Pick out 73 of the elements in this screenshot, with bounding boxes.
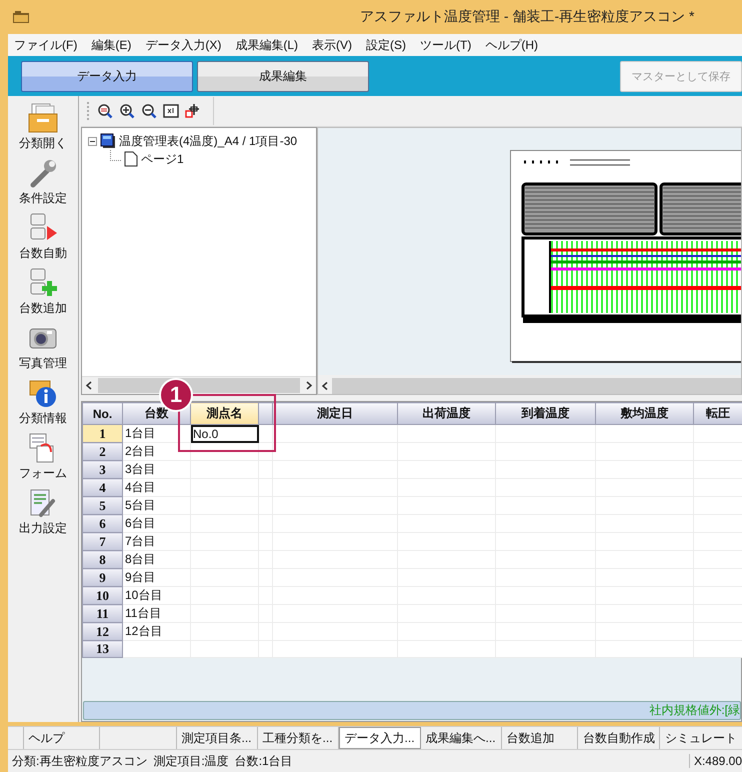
row-number[interactable]: 5 <box>82 496 122 514</box>
menu-item[interactable]: ヘルプ(H) <box>485 36 538 54</box>
column-header[interactable]: 出荷温度 <box>398 402 496 424</box>
table-cell: 12台目 <box>122 622 190 640</box>
column-header[interactable]: 到着温度 <box>496 402 596 424</box>
row-number[interactable]: 6 <box>82 514 122 532</box>
tab[interactable]: データ入力 <box>21 60 193 92</box>
tree-item[interactable]: ページ1 <box>141 150 184 168</box>
row-number[interactable]: 8 <box>82 550 122 568</box>
sidebar-label[interactable]: 分類情報 <box>19 410 67 427</box>
fit-page-icon[interactable] <box>163 103 179 119</box>
sidebar-label[interactable]: 台数自動 <box>19 245 67 262</box>
horizontal-scrollbar[interactable] <box>318 375 741 394</box>
sidebar-label[interactable]: 台数追加 <box>19 300 67 317</box>
coordinate-readout: X:489.00 <box>688 754 742 768</box>
row-number[interactable]: 3 <box>82 460 122 478</box>
function-button[interactable]: データ入力... <box>338 727 421 749</box>
status-text: 台数:1台目 <box>234 752 293 770</box>
menu-item[interactable]: データ入力(X) <box>145 36 222 54</box>
table-cell: 9台目 <box>122 568 190 586</box>
row-number[interactable]: 2 <box>82 442 122 460</box>
table-cell: 2台目 <box>122 442 190 460</box>
status-text: 分類:再生密粒度アスコン <box>12 752 148 770</box>
menu-item[interactable]: 成果編集(L) <box>235 36 298 54</box>
zoom-out-icon[interactable] <box>141 103 157 119</box>
sidebar-label[interactable]: 写真管理 <box>19 355 67 372</box>
table-cell: 8台目 <box>122 550 190 568</box>
menu-item[interactable]: 設定(S) <box>366 36 406 54</box>
row-number[interactable]: 13 <box>82 640 122 658</box>
row-number[interactable]: 1 <box>82 424 122 442</box>
tab[interactable]: 成果編集 <box>197 60 369 92</box>
move-icon[interactable] <box>185 103 201 119</box>
folder-icon[interactable] <box>27 102 59 134</box>
input-field[interactable]: No.0 <box>190 424 258 442</box>
sidebar-label[interactable]: 条件設定 <box>19 190 67 207</box>
menu-item[interactable]: 表示(V) <box>312 36 352 54</box>
sidebar-label[interactable]: フォーム <box>19 465 67 482</box>
sidebar-label[interactable]: 分類開く <box>19 135 67 152</box>
function-button[interactable]: シミュレート <box>660 727 742 749</box>
table-cell: 1台目 <box>122 424 190 442</box>
chevron-left-icon[interactable] <box>318 378 332 394</box>
row-number[interactable]: 4 <box>82 478 122 496</box>
table-cell: 10台目 <box>122 586 190 604</box>
table-cell: 4台目 <box>122 478 190 496</box>
zoom-in-icon[interactable] <box>119 103 135 119</box>
row-number[interactable]: 11 <box>82 604 122 622</box>
menu-item[interactable]: 編集(E) <box>91 36 132 54</box>
column-header[interactable]: 敷均温度 <box>596 402 694 424</box>
legend-text: 社内規格値外:[緑 <box>649 702 740 719</box>
table-cell: 5台目 <box>122 496 190 514</box>
menu-item[interactable]: ツール(T) <box>420 36 472 54</box>
row-number[interactable]: 12 <box>82 622 122 640</box>
row-number[interactable]: 7 <box>82 532 122 550</box>
app-folder-icon <box>12 10 30 24</box>
collapse-icon[interactable] <box>88 136 97 146</box>
sidebar-label[interactable]: 出力設定 <box>19 520 67 537</box>
table-cell: 7台目 <box>122 532 190 550</box>
page-icon <box>124 151 138 167</box>
row-number[interactable]: 10 <box>82 586 122 604</box>
zoom-icon[interactable] <box>97 103 113 119</box>
menu-item[interactable]: ファイル(F) <box>14 36 78 54</box>
column-header[interactable]: 測点名 <box>190 402 258 424</box>
status-text: 測定項目:温度 <box>153 752 229 770</box>
book-icon <box>100 133 116 149</box>
row-number[interactable]: 9 <box>82 568 122 586</box>
table-cell: 6台目 <box>122 514 190 532</box>
tree-item[interactable]: 温度管理表(4温度)_A4 / 1項目-30 <box>119 132 298 150</box>
column-header[interactable]: 測定日 <box>272 402 398 424</box>
table-cell: 11台目 <box>122 604 190 622</box>
window-title: アスファルト温度管理 - 舗装工-再生密粒度アスコン * <box>360 8 694 26</box>
table-cell: 3台目 <box>122 460 190 478</box>
column-header[interactable]: 転圧 <box>694 402 742 424</box>
column-header[interactable]: No. <box>82 402 122 424</box>
